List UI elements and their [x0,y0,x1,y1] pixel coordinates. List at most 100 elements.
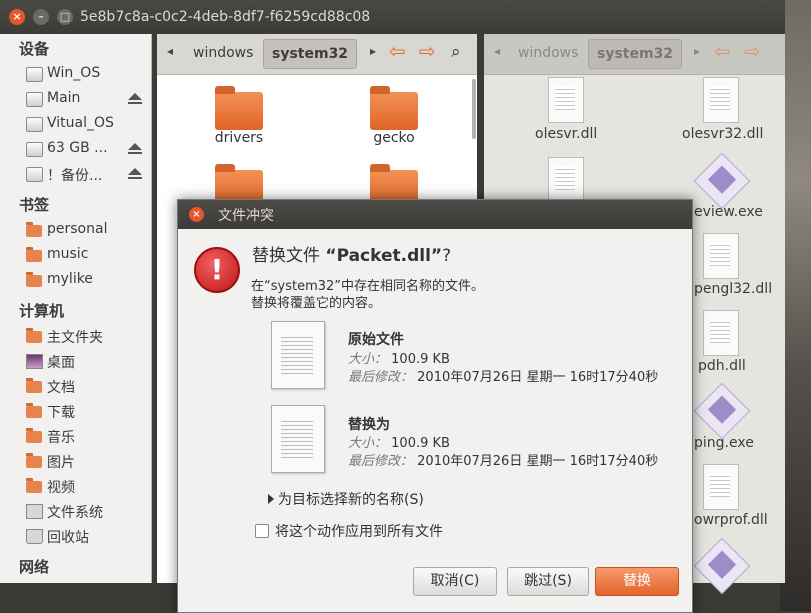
back-arrow-icon[interactable]: ⇦ [714,39,731,63]
file-icon[interactable] [703,233,739,279]
back-arrow-icon[interactable]: ⇦ [389,39,406,63]
file-label-powrprof[interactable]: owrprof.dll [694,512,768,528]
drive-icon [26,142,43,157]
sidebar-item-63gb[interactable]: 63 GB ... [26,139,148,161]
drive-icon [26,117,43,132]
original-file-size: 大小： 100.9 KB [348,348,450,367]
file-icon[interactable] [548,77,584,123]
size-value: 100.9 KB [391,352,450,367]
skip-button[interactable]: 跳过(S) [507,567,589,596]
file-icon[interactable] [703,464,739,510]
sidebar-item-label: Vitual_OS [47,115,114,131]
pictures-icon [26,453,42,468]
left-pane-toolbar: ◂ windows system32 ▸ ⇦ ⇨ ⌕ [157,34,477,75]
dialog-titlebar: × 文件冲突 [178,200,692,229]
drive-icon [26,67,43,82]
file-label-ping[interactable]: ping.exe [694,435,754,451]
sidebar-item-label: personal [47,221,108,237]
eject-icon[interactable] [128,93,142,104]
file-label-eview[interactable]: eview.exe [694,204,763,220]
file-label-pengl32[interactable]: pengl32.dll [694,281,772,297]
replace-button[interactable]: 替换 [595,567,679,596]
cancel-button[interactable]: 取消(C) [413,567,497,596]
sidebar-item-videos[interactable]: 视频 [26,476,148,498]
sidebar: 设备 Win_OS Main Vitual_OS 63 GB ... ！备份..… [0,34,152,583]
sidebar-item-pictures[interactable]: 图片 [26,451,148,473]
sidebar-item-label: ！备份... [47,168,103,184]
forward-arrow-icon[interactable]: ⇨ [744,39,761,63]
sidebar-item-downloads[interactable]: 下载 [26,401,148,423]
apply-all-label[interactable]: 将这个动作应用到所有文件 [275,521,443,541]
sidebar-item-vitual-os[interactable]: Vitual_OS [26,114,148,136]
replacement-file-size: 大小： 100.9 KB [348,432,450,451]
sidebar-item-label: mylike [47,271,93,287]
sidebar-item-label: 文件系统 [47,505,103,521]
folder-label-gecko[interactable]: gecko [349,130,439,146]
sidebar-section-computer: 计算机 [19,302,65,320]
breadcrumb-windows[interactable]: windows [510,39,586,67]
sidebar-item-backup[interactable]: ！备份... [26,164,148,186]
search-icon[interactable]: ⌕ [451,42,461,62]
apply-all-checkbox[interactable] [255,524,269,538]
sidebar-item-win-os[interactable]: Win_OS [26,64,148,86]
folder-icon[interactable] [370,86,418,130]
sidebar-item-label: 主文件夹 [47,330,103,346]
trash-icon [26,529,43,544]
sidebar-item-label: 桌面 [47,355,75,371]
window-maximize-button[interactable]: □ [57,9,73,25]
sidebar-section-bookmarks: 书签 [19,196,50,214]
modified-value: 2010年07月26日 星期一 16时17分40秒 [417,454,659,469]
file-icon[interactable] [703,310,739,356]
sidebar-item-trash[interactable]: 回收站 [26,526,148,548]
rename-expander-label: 为目标选择新的名称(S) [278,492,424,508]
sidebar-item-main[interactable]: Main [26,89,148,111]
size-label: 大小： [348,436,388,451]
replacement-file-title: 替换为 [348,417,390,433]
dialog-message-line2: 替换将覆盖它的内容。 [251,296,382,311]
modified-label: 最后修改： [348,454,414,469]
sidebar-item-personal[interactable]: personal [26,220,148,242]
dialog-heading: 替换文件 “Packet.dll”? [252,241,451,266]
sidebar-item-mylike[interactable]: mylike [26,270,148,292]
right-pane-toolbar: ◂ windows system32 ▸ ⇦ ⇨ [484,34,785,75]
heading-suffix: ? [442,246,452,266]
sidebar-item-documents[interactable]: 文档 [26,376,148,398]
breadcrumb-scroll-right-icon[interactable]: ▸ [694,44,700,58]
document-icon [271,405,325,473]
sidebar-item-desktop[interactable]: 桌面 [26,351,148,373]
eject-icon[interactable] [128,143,142,154]
file-icon[interactable] [548,157,584,203]
rename-expander[interactable]: 为目标选择新的名称(S) [268,489,424,509]
breadcrumb-scroll-left-icon[interactable]: ◂ [494,44,500,58]
sidebar-item-filesystem[interactable]: 文件系统 [26,501,148,523]
breadcrumb-system32[interactable]: system32 [263,39,358,69]
sidebar-item-music[interactable]: music [26,245,148,267]
breadcrumb-scroll-left-icon[interactable]: ◂ [167,44,173,58]
sidebar-section-devices: 设备 [19,40,50,58]
sidebar-item-home[interactable]: 主文件夹 [26,326,148,348]
window-close-button[interactable]: × [9,9,25,25]
file-icon[interactable] [703,77,739,123]
forward-arrow-icon[interactable]: ⇨ [419,39,436,63]
sidebar-item-label: music [47,246,89,262]
drive-icon [26,92,43,107]
window-minimize-button[interactable]: – [33,9,49,25]
size-value: 100.9 KB [391,436,450,451]
original-file-modified: 最后修改： 2010年07月26日 星期一 16时17分40秒 [348,366,658,385]
file-label-olesvr32[interactable]: olesvr32.dll [682,126,763,142]
breadcrumb-windows[interactable]: windows [185,39,261,67]
dialog-close-button[interactable]: × [189,207,204,222]
left-pane-scrollbar[interactable] [472,79,476,139]
sidebar-item-music-folder[interactable]: 音乐 [26,426,148,448]
breadcrumb-scroll-right-icon[interactable]: ▸ [370,44,376,58]
breadcrumb-system32[interactable]: system32 [588,39,683,69]
folder-icon[interactable] [215,86,263,130]
eject-icon[interactable] [128,168,142,179]
file-label-pdh[interactable]: pdh.dll [698,358,746,374]
expander-arrow-icon [268,494,274,504]
folder-label-drivers[interactable]: drivers [194,130,284,146]
file-conflict-dialog: × 文件冲突 ! 替换文件 “Packet.dll”? 在“system32”中… [177,199,693,613]
sidebar-item-label: 图片 [47,455,75,471]
file-label-olesvr[interactable]: olesvr.dll [535,126,597,142]
heading-filename: “Packet.dll” [325,246,443,266]
